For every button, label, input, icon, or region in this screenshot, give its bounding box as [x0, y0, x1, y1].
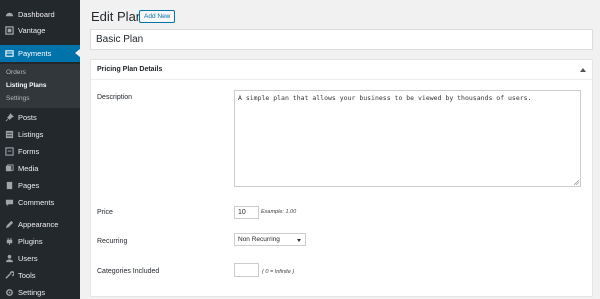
- sidebar-item-label: Pages: [18, 181, 40, 190]
- sidebar-item-appearance[interactable]: Appearance: [0, 216, 80, 233]
- panel-title: Pricing Plan Details: [97, 66, 163, 73]
- recurring-select[interactable]: Non Recurring: [234, 233, 306, 246]
- payments-submenu: Orders Listing Plans Settings: [0, 64, 80, 108]
- pin-icon: [5, 113, 14, 122]
- sidebar-item-label: Users: [18, 254, 38, 263]
- admin-sidebar: Dashboard Vantage Payments Orders Listin…: [0, 0, 80, 299]
- resize-handle-icon[interactable]: [574, 180, 579, 185]
- media-icon: [5, 164, 14, 173]
- submenu-item-settings[interactable]: Settings: [6, 95, 30, 102]
- sidebar-item-tools[interactable]: Tools: [0, 267, 80, 284]
- submenu-item-orders[interactable]: Orders: [6, 69, 26, 76]
- categories-input[interactable]: [234, 263, 259, 277]
- sidebar-item-label: Tools: [18, 271, 36, 280]
- plugins-icon: [5, 237, 14, 246]
- users-icon: [5, 254, 14, 263]
- description-text: A simple plan that allows your business …: [238, 94, 532, 102]
- sidebar-item-label: Comments: [18, 198, 55, 207]
- vantage-icon: [5, 26, 14, 35]
- sidebar-item-pages[interactable]: Pages: [0, 177, 80, 194]
- sidebar-item-label: Listings: [18, 130, 44, 139]
- sidebar-item-media[interactable]: Media: [0, 160, 80, 177]
- recurring-selected-value: Non Recurring: [238, 236, 280, 243]
- sidebar-item-vantage[interactable]: Vantage: [0, 22, 80, 39]
- page-title: Edit Plan: [91, 9, 144, 24]
- recurring-label: Recurring: [97, 238, 128, 245]
- sidebar-item-label: Dashboard: [18, 10, 55, 19]
- sidebar-item-listings[interactable]: Listings: [0, 126, 80, 143]
- settings-icon: [5, 288, 14, 297]
- appearance-icon: [5, 220, 14, 229]
- sidebar-item-label: Posts: [18, 113, 37, 122]
- sidebar-item-label: Forms: [18, 147, 40, 156]
- comments-icon: [5, 198, 14, 207]
- sidebar-item-label: Vantage: [18, 26, 46, 35]
- sidebar-item-payments[interactable]: Payments: [0, 45, 80, 62]
- sidebar-item-users[interactable]: Users: [0, 250, 80, 267]
- submenu-item-listing-plans[interactable]: Listing Plans: [6, 82, 46, 89]
- sidebar-item-comments[interactable]: Comments: [0, 194, 80, 211]
- forms-icon: [5, 147, 14, 156]
- payments-icon: [5, 49, 14, 58]
- sidebar-item-plugins[interactable]: Plugins: [0, 233, 80, 250]
- sidebar-item-label: Plugins: [18, 237, 43, 246]
- sidebar-item-label: Payments: [18, 49, 52, 58]
- sidebar-item-label: Settings: [18, 288, 46, 297]
- sidebar-item-settings[interactable]: Settings: [0, 284, 80, 299]
- plan-title-input[interactable]: Basic Plan: [90, 29, 593, 50]
- price-hint: Example: 1.00: [261, 209, 297, 215]
- panel-header[interactable]: Pricing Plan Details: [91, 60, 592, 80]
- description-textarea[interactable]: A simple plan that allows your business …: [234, 90, 581, 187]
- price-label: Price: [97, 209, 113, 216]
- sidebar-item-forms[interactable]: Forms: [0, 143, 80, 160]
- add-new-button[interactable]: Add New: [139, 10, 176, 23]
- sidebar-item-label: Media: [18, 164, 39, 173]
- tools-icon: [5, 271, 14, 280]
- pages-icon: [5, 181, 14, 190]
- description-label: Description: [97, 94, 133, 101]
- pricing-plan-panel: Pricing Plan Details Description A simpl…: [90, 59, 593, 297]
- categories-label: Categories Included: [97, 268, 160, 275]
- listings-icon: [5, 130, 14, 139]
- chevron-down-icon: [297, 239, 301, 242]
- sidebar-item-label: Appearance: [18, 220, 59, 229]
- price-input[interactable]: 10: [234, 206, 259, 219]
- sidebar-item-posts[interactable]: Posts: [0, 109, 80, 126]
- categories-hint: ( 0 = Infinite ): [262, 269, 295, 275]
- dashboard-icon: [5, 10, 14, 19]
- collapse-arrow-icon[interactable]: [580, 67, 586, 72]
- sidebar-item-dashboard[interactable]: Dashboard: [0, 6, 80, 23]
